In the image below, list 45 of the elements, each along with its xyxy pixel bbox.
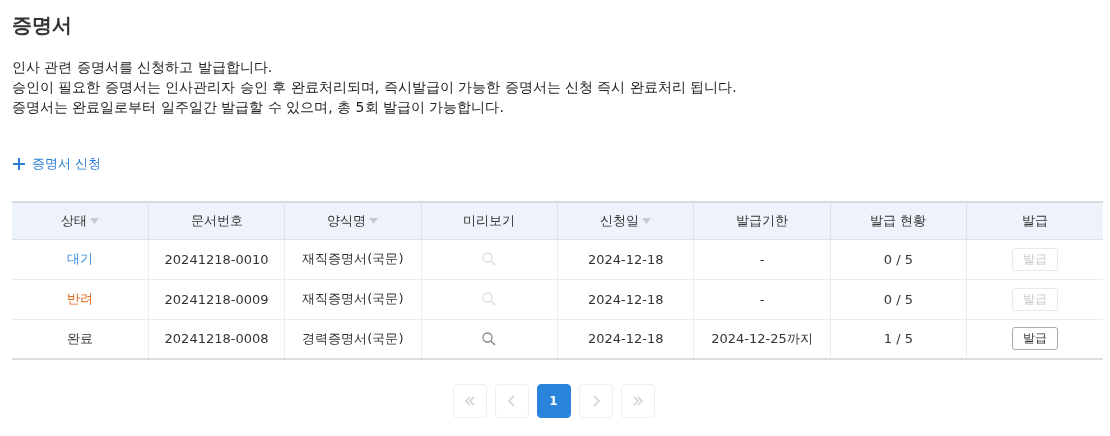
previous-page-button[interactable] bbox=[494, 384, 529, 418]
column-header: 신청일 bbox=[600, 212, 640, 228]
description-text: 승인이 필요한 증명서는 인사관리자 승인 후 완료처리되며, 즉시발급이 가능한 증명서는 신청 즉시 완료처리 됩니다. bbox=[12, 78, 738, 97]
table-cell: - bbox=[759, 251, 765, 267]
status-text: 완료 bbox=[66, 330, 93, 346]
table-cell: 20241218-0008 bbox=[164, 331, 269, 347]
status-text: 반려 bbox=[66, 291, 93, 306]
sort-icon[interactable] bbox=[369, 218, 379, 225]
last-page-button[interactable] bbox=[620, 384, 655, 418]
table-cell: 재직증명서(국문) bbox=[302, 251, 404, 266]
column-header: 발급 현황 bbox=[870, 212, 927, 228]
table-cell: 20241218-0009 bbox=[164, 291, 269, 307]
column-header: 미리보기 bbox=[463, 212, 516, 228]
sort-icon[interactable] bbox=[642, 218, 652, 225]
first-page-button[interactable] bbox=[452, 384, 487, 418]
table-cell: 20241218-0010 bbox=[164, 251, 269, 267]
description-text: 증명서는 완료일로부터 일주일간 발급할 수 있으며, 총 5회 발급이 가능합니다. bbox=[12, 98, 505, 117]
table-cell: 2024-12-18 bbox=[587, 331, 664, 347]
column-header: 발급기한 bbox=[736, 212, 789, 228]
column-header: 문서번호 bbox=[190, 212, 243, 228]
table-cell: - bbox=[759, 291, 765, 307]
column-header: 발급 bbox=[1022, 212, 1049, 228]
previous-page-icon bbox=[505, 395, 518, 407]
description-text: 인사 관련 증명서를 신청하고 발급합니다. bbox=[12, 58, 274, 77]
table-cell: 2024-12-18 bbox=[587, 251, 664, 267]
last-page-icon bbox=[631, 395, 644, 407]
table-cell: 재직증명서(국문) bbox=[302, 291, 404, 306]
column-header: 양식명 bbox=[327, 212, 367, 228]
table-cell: 0 / 5 bbox=[883, 251, 914, 267]
next-page-button[interactable] bbox=[578, 384, 613, 418]
search-icon[interactable] bbox=[482, 331, 497, 346]
table-cell: 2024-12-18 bbox=[587, 291, 664, 307]
issue-button[interactable]: 발급 bbox=[1012, 327, 1059, 351]
table-cell: 2024-12-25까지 bbox=[711, 330, 813, 346]
page-button[interactable]: 1 bbox=[536, 384, 571, 418]
column-header: 상태 bbox=[60, 212, 87, 228]
table-cell: 1 / 5 bbox=[883, 331, 914, 347]
first-page-icon bbox=[463, 395, 476, 407]
request-link[interactable]: 증명서 신청 bbox=[12, 155, 102, 173]
page-title: 증명서 bbox=[12, 12, 73, 39]
table-cell: 0 / 5 bbox=[883, 291, 914, 307]
table-cell: 경력증명서(국문) bbox=[302, 330, 404, 346]
status-text: 대기 bbox=[66, 251, 93, 266]
plus-icon bbox=[12, 157, 26, 171]
sort-icon[interactable] bbox=[89, 218, 99, 225]
